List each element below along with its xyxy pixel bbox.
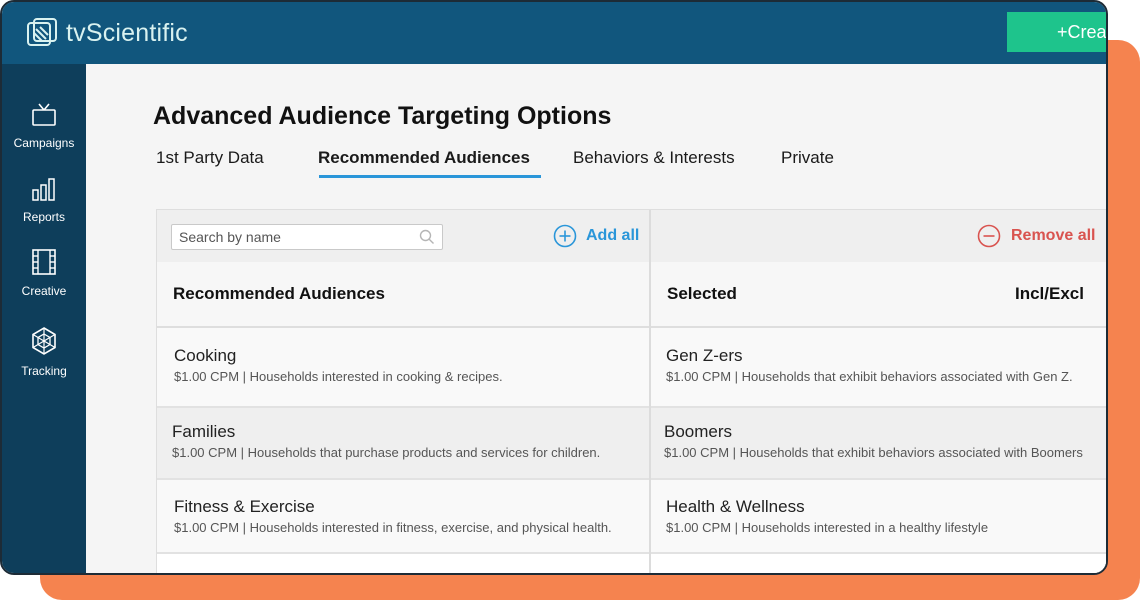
recommended-audience-cell[interactable]: Cooking $1.00 CPM | Households intereste… bbox=[157, 328, 649, 406]
audience-name: Families bbox=[172, 422, 236, 441]
incl-excl-header: Incl/Excl bbox=[1015, 284, 1084, 303]
audience-description: $1.00 CPM | Households that exhibit beha… bbox=[666, 369, 1073, 384]
logo-icon bbox=[27, 18, 57, 46]
create-button[interactable]: +Crea bbox=[1007, 12, 1106, 52]
remove-all-button[interactable]: Remove all bbox=[977, 224, 1095, 248]
add-all-button[interactable]: Add all bbox=[553, 224, 639, 248]
audience-description: $1.00 CPM | Households that purchase pro… bbox=[172, 445, 601, 460]
audience-description: $1.00 CPM | Households interested in a h… bbox=[666, 520, 989, 535]
sidebar: Campaigns Reports Creative Tracking bbox=[2, 64, 86, 573]
tv-icon bbox=[32, 103, 56, 126]
sidebar-item-creative[interactable]: Creative bbox=[2, 248, 86, 300]
tab-behaviors-interests[interactable]: Behaviors & Interests bbox=[573, 148, 735, 168]
sidebar-item-label: Campaigns bbox=[13, 136, 75, 150]
sidebar-item-label: Creative bbox=[21, 284, 67, 298]
column-divider bbox=[649, 210, 651, 573]
sidebar-item-label: Tracking bbox=[21, 364, 67, 378]
recommended-audience-cell[interactable]: Families $1.00 CPM | Households that pur… bbox=[157, 408, 649, 478]
table-row: Families $1.00 CPM | Households that pur… bbox=[157, 408, 1106, 480]
audience-name: Cooking bbox=[174, 346, 237, 365]
tab-1st-party-data[interactable]: 1st Party Data bbox=[156, 148, 264, 168]
search-input[interactable] bbox=[171, 224, 443, 250]
sidebar-item-tracking[interactable]: Tracking bbox=[2, 326, 86, 380]
logo-text: tvScientific bbox=[66, 18, 188, 47]
table-header-row: Recommended Audiences Selected Incl/Excl bbox=[157, 262, 1106, 328]
audience-name: Health & Wellness bbox=[666, 497, 805, 516]
remove-all-label: Remove all bbox=[1011, 227, 1096, 244]
plus-circle-icon bbox=[553, 224, 577, 248]
audience-name: Boomers bbox=[664, 422, 733, 441]
film-icon bbox=[32, 249, 56, 275]
audience-name: Gen Z-ers bbox=[666, 346, 743, 365]
main-content: Advanced Audience Targeting Options 1st … bbox=[86, 64, 1106, 573]
audience-table: Add all Remove all Recommended Audiences… bbox=[156, 209, 1106, 573]
selected-audience-cell[interactable]: Health & Wellness $1.00 CPM | Households… bbox=[651, 480, 1106, 552]
page-title: Advanced Audience Targeting Options bbox=[153, 102, 612, 130]
selected-audience-cell[interactable]: Boomers $1.00 CPM | Households that exhi… bbox=[651, 408, 1106, 478]
recommended-audiences-header: Recommended Audiences bbox=[173, 284, 385, 303]
web-icon bbox=[32, 327, 56, 355]
sidebar-item-reports[interactable]: Reports bbox=[2, 176, 86, 226]
audience-description: $1.00 CPM | Households interested in fit… bbox=[174, 520, 612, 535]
audience-name: Fitness & Exercise bbox=[174, 497, 315, 516]
search-icon[interactable] bbox=[419, 229, 435, 245]
audience-description: $1.00 CPM | Households that exhibit beha… bbox=[664, 445, 1083, 460]
add-all-label: Add all bbox=[586, 227, 640, 244]
tab-recommended-audiences[interactable]: Recommended Audiences bbox=[318, 148, 530, 168]
tab-private[interactable]: Private bbox=[781, 148, 834, 168]
table-row: Fitness & Exercise $1.00 CPM | Household… bbox=[157, 480, 1106, 554]
audience-description: $1.00 CPM | Households interested in coo… bbox=[174, 369, 503, 384]
logo[interactable]: tvScientific bbox=[26, 17, 188, 49]
recommended-audience-cell[interactable]: Fitness & Exercise $1.00 CPM | Household… bbox=[157, 480, 649, 552]
top-bar: tvScientific +Crea bbox=[2, 2, 1106, 64]
table-toolbar: Add all Remove all bbox=[157, 210, 1106, 262]
sidebar-item-campaigns[interactable]: Campaigns bbox=[2, 102, 86, 152]
selected-audience-cell[interactable]: Gen Z-ers $1.00 CPM | Households that ex… bbox=[651, 328, 1106, 406]
app-window: tvScientific +Crea Campaigns Reports Cre… bbox=[0, 0, 1108, 575]
sidebar-item-label: Reports bbox=[22, 210, 66, 224]
table-row: Cooking $1.00 CPM | Households intereste… bbox=[157, 328, 1106, 408]
minus-circle-icon bbox=[977, 224, 1001, 248]
bar-chart-icon bbox=[32, 178, 55, 201]
active-tab-indicator bbox=[319, 175, 541, 178]
selected-header: Selected bbox=[667, 284, 737, 303]
